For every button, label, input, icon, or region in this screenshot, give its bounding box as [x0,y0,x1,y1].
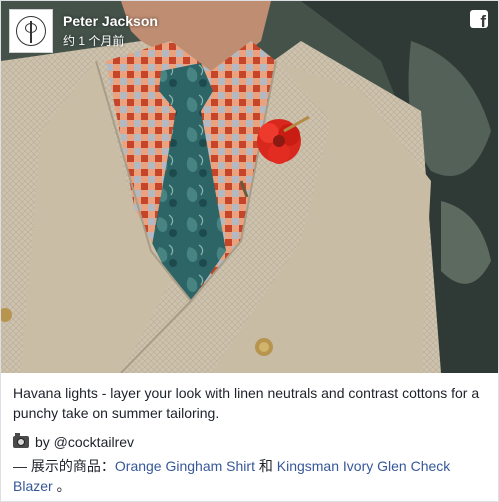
post-card: Peter Jackson 约 1 个月前 f Havana lights - … [0,0,499,502]
shop-prefix: — 展示的商品： [13,458,115,474]
shop-the-look: — 展示的商品：Orange Gingham Shirt 和 Kingsman … [13,456,491,496]
facebook-icon[interactable]: f [470,10,488,30]
post-header: Peter Jackson 约 1 个月前 f [1,1,498,59]
photo-credit: by @cocktailrev [13,432,134,452]
credit-text: by @cocktailrev [35,434,135,450]
shop-connector: 和 [254,458,277,474]
author-name[interactable]: Peter Jackson [63,13,158,29]
post-body: Havana lights - layer your look with lin… [13,385,480,421]
post-timestamp[interactable]: 约 1 个月前 [63,32,124,49]
shop-suffix: 。 [52,478,71,494]
product-link-shirt[interactable]: Orange Gingham Shirt [115,458,255,474]
camera-icon [13,433,29,448]
avatar[interactable] [9,9,53,53]
monogram-logo-icon [16,16,46,46]
